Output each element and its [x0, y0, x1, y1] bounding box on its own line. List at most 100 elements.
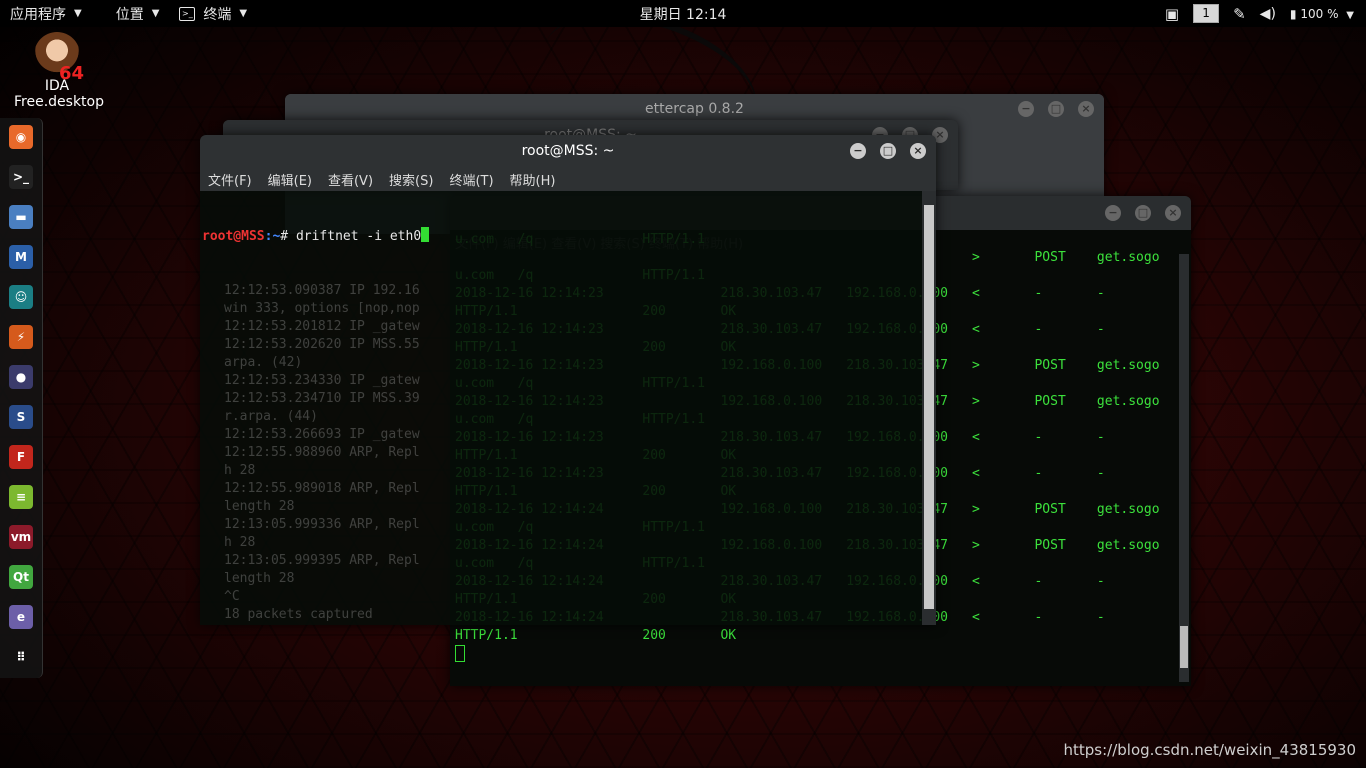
faraday-icon[interactable]: F: [9, 445, 33, 469]
minimize-icon[interactable]: −: [850, 143, 866, 159]
battery-icon: ▮: [1289, 6, 1297, 21]
chevron-down-icon: ▼: [239, 8, 248, 19]
firefox-icon[interactable]: ◉: [9, 125, 33, 149]
capture-cell: <: [972, 574, 980, 589]
qt-icon[interactable]: Qt: [9, 565, 33, 589]
capture-cell: -: [1034, 466, 1043, 481]
menu-item-3[interactable]: 搜索(S): [381, 170, 441, 189]
capture-cell: get.sogo: [1096, 502, 1160, 517]
minimize-icon[interactable]: −: [1018, 101, 1034, 117]
menu-item-5[interactable]: 帮助(H): [502, 170, 564, 189]
output-line: 12:12:53.234330 IP _gatew: [224, 373, 420, 388]
files-icon[interactable]: ▬: [9, 205, 33, 229]
capture-cell: HTTP/1.1: [455, 628, 518, 643]
capture-cell: get.sogo: [1096, 250, 1160, 265]
workspace-indicator[interactable]: 1: [1193, 4, 1220, 23]
capture-cell: <: [972, 322, 980, 337]
capture-cell: [846, 627, 972, 645]
menu-item-0[interactable]: 文件(F): [200, 170, 260, 189]
prompt-user: root@MSS: [202, 229, 265, 244]
text-cursor: [455, 645, 465, 662]
minimize-icon[interactable]: −: [1105, 205, 1121, 221]
capture-cell: [972, 231, 1034, 249]
terminal-titlebar[interactable]: root@MSS: ~ − □ ×: [200, 135, 936, 167]
scrollbar-thumb[interactable]: [1180, 626, 1188, 668]
capture-cell: <: [972, 610, 980, 625]
emacs-icon[interactable]: e: [9, 605, 33, 629]
output-line: length 28: [224, 571, 295, 586]
show-apps-icon[interactable]: ⠿: [9, 645, 33, 669]
clock[interactable]: 星期日 12:14: [640, 4, 727, 24]
menu-item-4[interactable]: 终端(T): [441, 170, 501, 189]
capture-cell: -: [1096, 430, 1105, 445]
armitage-icon[interactable]: ☺: [9, 285, 33, 309]
capture-cell: -: [1096, 610, 1105, 625]
output-line: ^C: [224, 589, 240, 604]
leafpad-icon[interactable]: ≡: [9, 485, 33, 509]
maximize-icon[interactable]: □: [1135, 205, 1151, 221]
menu-item-2[interactable]: 查看(V): [320, 170, 381, 189]
close-icon[interactable]: ×: [910, 143, 926, 159]
metasploit-icon[interactable]: M: [9, 245, 33, 269]
close-icon[interactable]: ×: [1165, 205, 1181, 221]
capture-cell: [972, 483, 1034, 501]
ida-desktop-icon[interactable]: 64 IDA Free.desktop: [14, 32, 104, 110]
capture-cell: [1097, 627, 1175, 645]
capture-cell: [1097, 375, 1175, 393]
capture-cell: [972, 591, 1034, 609]
terminal-icon: >_: [179, 6, 196, 21]
battery-indicator[interactable]: ▮ 100 % ▼: [1290, 7, 1354, 21]
output-line: 12:12:53.090387 IP 192.16: [224, 283, 420, 298]
capture-cell: get.sogo: [1096, 358, 1160, 373]
maximize-icon[interactable]: □: [1048, 101, 1064, 117]
capture-cell: [1097, 339, 1175, 357]
capture-cell: <: [972, 430, 980, 445]
capture-cell: [1034, 555, 1096, 573]
window-title: ettercap 0.8.2: [645, 101, 744, 117]
terminal-output[interactable]: root@MSS:~# driftnet -i eth0 12:12:53.09…: [202, 191, 920, 625]
capture-cell: [1097, 591, 1175, 609]
output-line: arpa. (42): [224, 355, 303, 370]
capture-cell: POST: [1034, 502, 1066, 517]
beef-icon[interactable]: S: [9, 405, 33, 429]
driftnet-terminal-window[interactable]: root@MSS: ~ − □ × 文件(F) 编辑(E) 查看(V) 搜索(S) 终端…: [200, 135, 936, 625]
places-menu[interactable]: 位置 ▼: [106, 0, 170, 27]
ida-icon: 64: [34, 32, 84, 84]
capture-cell: [1034, 339, 1096, 357]
output-line: h 28: [224, 463, 256, 478]
capture-cell: -: [1034, 430, 1043, 445]
capture-cell: [972, 267, 1034, 285]
capture-cell: -: [1096, 322, 1105, 337]
capture-cell: -: [1034, 286, 1043, 301]
output-line: 18 packets captured: [224, 607, 373, 622]
applications-menu-label: 应用程序: [10, 6, 66, 23]
capture-cell: [1097, 519, 1175, 537]
output-line: h 28: [224, 535, 256, 550]
vmware-icon[interactable]: vm: [9, 525, 33, 549]
scrollbar-thumb[interactable]: [924, 205, 934, 609]
places-menu-label: 位置: [115, 6, 144, 23]
output-line: 12:12:53.201812 IP _gatew: [224, 319, 420, 334]
scrollbar[interactable]: [922, 191, 936, 625]
menu-item-1[interactable]: 编辑(E): [260, 170, 320, 189]
terminal-app-menu[interactable]: >_ 终端 ▼: [169, 0, 257, 27]
capture-cell: [1097, 411, 1175, 429]
burpsuite-icon[interactable]: ⚡: [9, 325, 33, 349]
volume-icon[interactable]: ◀): [1260, 6, 1276, 22]
applications-menu[interactable]: 应用程序 ▼: [0, 0, 92, 27]
capture-cell: <: [972, 286, 980, 301]
capture-cell: [1034, 411, 1096, 429]
output-line: 12:13:05.999395 ARP, Repl: [224, 553, 420, 568]
maximize-icon[interactable]: □: [880, 143, 896, 159]
terminal-icon[interactable]: >_: [9, 165, 33, 189]
capture-cell: POST: [1034, 394, 1066, 409]
video-camera-icon[interactable]: ▣: [1165, 5, 1179, 23]
capture-cell: -: [1096, 286, 1105, 301]
capture-cell: [1034, 375, 1096, 393]
maltego-icon[interactable]: ●: [9, 365, 33, 389]
scrollbar[interactable]: [1179, 254, 1189, 682]
pen-icon[interactable]: ✎: [1233, 5, 1246, 23]
capture-cell: POST: [1034, 538, 1066, 553]
close-icon[interactable]: ×: [1078, 101, 1094, 117]
chevron-down-icon: ▼: [1346, 9, 1354, 21]
